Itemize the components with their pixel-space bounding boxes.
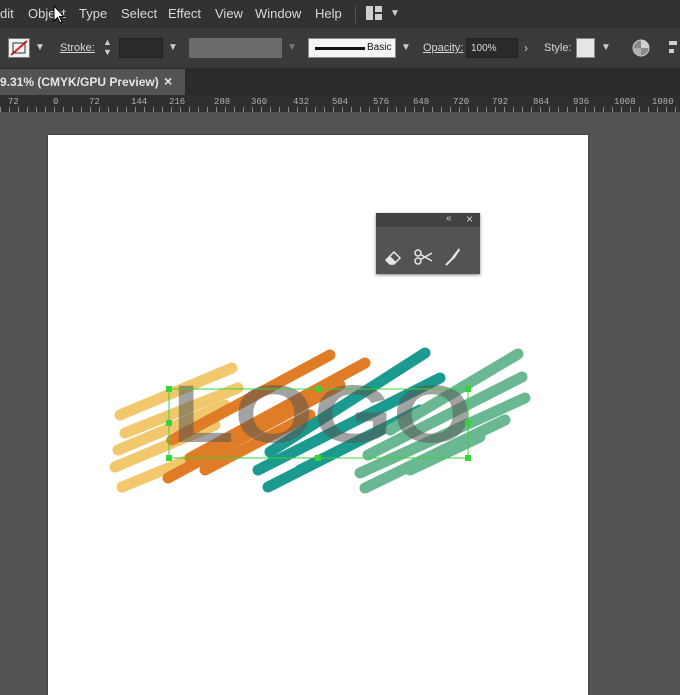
opacity-arrow-icon[interactable]: › xyxy=(524,41,528,55)
ruler-tick-label: 1080 xyxy=(652,97,674,107)
control-bar: ▼ Stroke: ▲ ▼ ▼ ▼ Basic ▼ Opacity: 100% ›… xyxy=(0,28,680,69)
stroke-weight-chevron-icon[interactable]: ▼ xyxy=(168,42,178,53)
ruler-tick-label: 216 xyxy=(169,97,186,107)
document-tab[interactable]: 9.31% (CMYK/GPU Preview) × xyxy=(0,69,185,95)
menu-effect[interactable]: Effect xyxy=(168,6,201,21)
document-tab-bar: 9.31% (CMYK/GPU Preview) × xyxy=(0,69,680,95)
ruler-tick-marks xyxy=(0,107,680,112)
eraser-tools-panel[interactable]: « × xyxy=(376,212,480,274)
horizontal-ruler[interactable]: 72 0 72 144 216 288 360 432 504 576 648 … xyxy=(0,95,680,112)
ruler-tick-label: 720 xyxy=(453,97,470,107)
variable-width-profile[interactable] xyxy=(189,38,282,58)
collapse-panel-icon[interactable]: « xyxy=(446,213,452,224)
menu-bar: dit Object Type Select Effect View Windo… xyxy=(0,0,680,28)
ruler-tick-label: 1008 xyxy=(614,97,636,107)
none-slash-icon xyxy=(10,40,28,56)
brush-chevron-icon[interactable]: ▼ xyxy=(401,42,411,53)
ruler-tick-label: 864 xyxy=(533,97,550,107)
ruler-tick-label: 936 xyxy=(573,97,590,107)
opacity-value: 100% xyxy=(471,43,497,54)
stroke-weight-stepper-icon[interactable]: ▲ ▼ xyxy=(103,37,112,57)
stroke-label: Stroke: xyxy=(60,42,95,54)
ruler-tick-label: 504 xyxy=(332,97,349,107)
workspace-switcher-icon[interactable] xyxy=(366,6,382,20)
profile-chevron-icon[interactable]: ▼ xyxy=(287,42,297,53)
graphic-style-swatch[interactable] xyxy=(576,38,595,58)
logo-text: LOGO xyxy=(172,369,472,460)
style-label: Style: xyxy=(544,42,572,54)
fill-none-swatch[interactable] xyxy=(8,38,30,58)
menu-select[interactable]: Select xyxy=(121,6,157,21)
menu-divider xyxy=(355,5,356,23)
close-tab-icon[interactable]: × xyxy=(164,73,172,89)
mouse-cursor-icon xyxy=(53,5,65,24)
document-tab-title: 9.31% (CMYK/GPU Preview) xyxy=(0,75,159,89)
brush-definition-select[interactable]: Basic xyxy=(308,38,396,58)
opacity-label: Opacity: xyxy=(423,42,464,54)
ruler-tick-label: 792 xyxy=(492,97,509,107)
eraser-icon[interactable] xyxy=(384,248,402,266)
menu-edit[interactable]: dit xyxy=(0,6,14,21)
ruler-tick-label: 288 xyxy=(214,97,231,107)
menu-view[interactable]: View xyxy=(215,6,243,21)
scissors-icon[interactable] xyxy=(414,248,434,266)
ruler-tick-label: 144 xyxy=(131,97,148,107)
fill-chevron-icon[interactable]: ▼ xyxy=(35,42,45,53)
workspace-chevron-icon[interactable]: ▼ xyxy=(390,8,400,19)
brush-stroke-preview xyxy=(315,47,365,50)
panel-header[interactable]: « × xyxy=(376,212,480,227)
ruler-tick-label: 72 xyxy=(89,97,100,107)
ruler-tick-label: 576 xyxy=(373,97,390,107)
ruler-tick-label: 432 xyxy=(293,97,310,107)
knife-icon[interactable] xyxy=(444,246,462,266)
ruler-tick-label: 360 xyxy=(251,97,268,107)
close-panel-icon[interactable]: × xyxy=(466,212,473,226)
logo-artwork[interactable]: LOGO xyxy=(100,340,540,500)
recolor-artwork-icon[interactable] xyxy=(631,38,651,58)
opacity-input[interactable]: 100% xyxy=(466,38,518,58)
ruler-tick-label: 72 xyxy=(8,97,19,107)
brush-label: Basic xyxy=(367,42,392,53)
stroke-weight-input[interactable] xyxy=(119,38,163,58)
menu-window[interactable]: Window xyxy=(255,6,301,21)
menu-help[interactable]: Help xyxy=(315,6,342,21)
align-icon[interactable] xyxy=(668,40,680,56)
style-chevron-icon[interactable]: ▼ xyxy=(601,42,611,53)
ruler-tick-label: 648 xyxy=(413,97,430,107)
ruler-tick-label: 0 xyxy=(53,97,59,107)
menu-type[interactable]: Type xyxy=(79,6,107,21)
